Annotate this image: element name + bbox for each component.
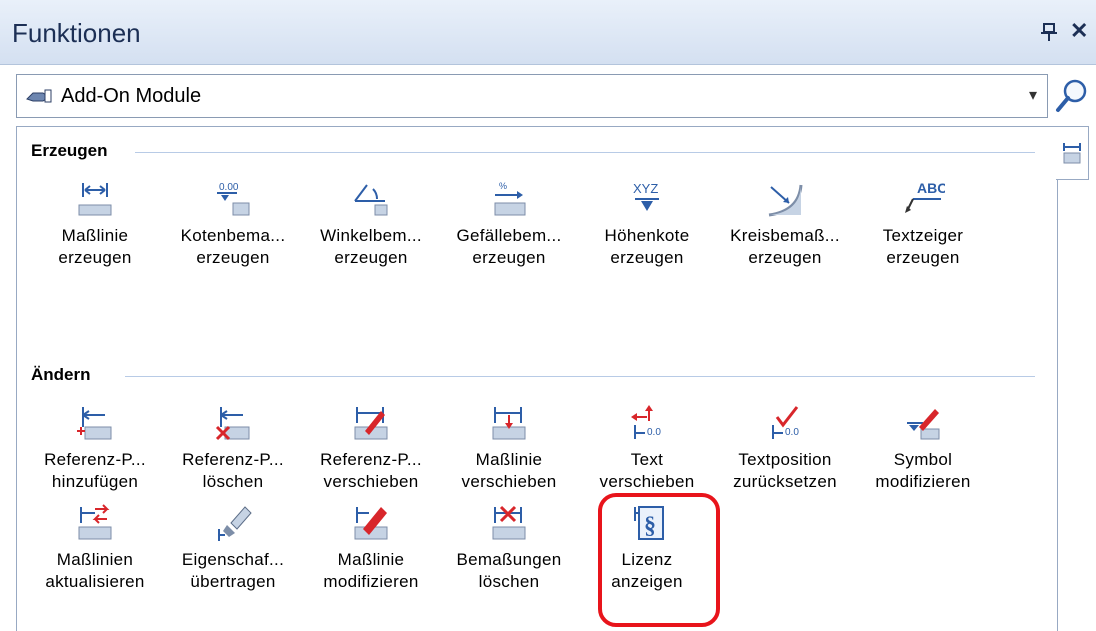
add-reference-point-icon (77, 407, 112, 440)
pin-icon[interactable] (1040, 22, 1058, 42)
functions-panel: Erzeugen Maßlinie erzeugen 0.00 Kotenbem… (16, 126, 1058, 631)
search-icon[interactable] (1054, 78, 1090, 114)
tool-add-reference-point[interactable]: Referenz-P... hinzufügen (27, 403, 163, 493)
tool-reset-text-position[interactable]: 0.0 Textposition zurücksetzen (717, 403, 853, 493)
section-title-aendern: Ändern (31, 365, 91, 384)
tool-label: Text verschieben (599, 450, 695, 491)
tool-move-reference-point[interactable]: Referenz-P... verschieben (303, 403, 439, 493)
angle-dimension-icon (354, 184, 388, 216)
section-title-erzeugen: Erzeugen (31, 141, 108, 160)
tool-label: Textposition zurücksetzen (733, 450, 837, 491)
tool-label: Höhenkote erzeugen (604, 226, 690, 267)
svg-text:0.0: 0.0 (647, 427, 661, 438)
slope-dimension-icon: % (494, 181, 526, 216)
arc-dimension-icon (768, 184, 803, 217)
dropdown-value: Add-On Module (61, 85, 202, 107)
tool-angle-dimension[interactable]: Winkelbem... erzeugen (303, 179, 439, 269)
tool-update-dimension-lines[interactable]: Maßlinien aktualisieren (27, 503, 163, 593)
tool-transfer-properties[interactable]: Eigenschaf... übertragen (165, 503, 301, 593)
svg-text:XYZ: XYZ (633, 181, 658, 196)
update-dimension-lines-icon (78, 504, 112, 540)
add-on-module-icon (26, 89, 52, 103)
section-divider (125, 376, 1035, 377)
modify-dimension-line-icon (354, 507, 388, 540)
transfer-properties-icon (218, 506, 252, 541)
panel-title: Funktionen (12, 18, 141, 48)
tool-label: Maßlinie verschieben (461, 450, 557, 491)
section-divider (135, 152, 1035, 153)
height-marker-icon: XYZ (633, 181, 659, 211)
tool-arc-dimension[interactable]: Kreisbemaß... erzeugen (717, 179, 853, 269)
delete-reference-point-icon (215, 407, 250, 441)
move-reference-point-icon (354, 407, 388, 440)
tool-label: Maßlinien aktualisieren (45, 550, 145, 591)
tool-label: Bemaßungen löschen (456, 550, 562, 591)
tool-text-pointer[interactable]: ABC Textzeiger erzeugen (855, 179, 991, 269)
tool-label: Kotenbema... erzeugen (180, 226, 286, 267)
tool-label: Symbol modifizieren (875, 450, 971, 491)
tool-move-text[interactable]: 0.0 Text verschieben (579, 403, 715, 493)
delete-dimensions-icon (492, 505, 526, 540)
tool-slope-dimension[interactable]: % Gefällebem... erzeugen (441, 179, 577, 269)
tool-label: Textzeiger erzeugen (882, 226, 964, 267)
tool-modify-symbol[interactable]: Symbol modifizieren (855, 403, 991, 493)
tool-label: Winkelbem... erzeugen (320, 226, 422, 267)
move-text-icon: 0.0 (631, 405, 661, 439)
close-icon[interactable]: ✕ (1070, 18, 1088, 44)
dimension-tab-icon (1063, 143, 1081, 164)
tool-delete-dimensions[interactable]: Bemaßungen löschen (441, 503, 577, 593)
tool-label: Referenz-P... hinzufügen (44, 450, 146, 491)
modify-symbol-icon (907, 409, 940, 440)
tool-label: Kreisbemaß... erzeugen (730, 226, 840, 267)
tool-label: Referenz-P... verschieben (320, 450, 422, 491)
elevation-dimension-icon: 0.00 (217, 182, 250, 216)
tool-move-dimension-line[interactable]: Maßlinie verschieben (441, 403, 577, 493)
tool-label: Gefällebem... erzeugen (456, 226, 562, 267)
reset-text-position-icon: 0.0 (772, 406, 799, 439)
tool-delete-reference-point[interactable]: Referenz-P... löschen (165, 403, 301, 493)
tool-dimension-line-create[interactable]: Maßlinie erzeugen (27, 179, 163, 269)
license-highlight-frame (598, 493, 720, 627)
tool-label: Eigenschaf... übertragen (181, 550, 285, 591)
svg-text:%: % (499, 181, 507, 191)
tool-height-marker[interactable]: XYZ Höhenkote erzeugen (579, 179, 715, 269)
tool-modify-dimension-line[interactable]: Maßlinie modifizieren (303, 503, 439, 593)
move-dimension-line-icon (492, 407, 526, 440)
tool-label: Maßlinie modifizieren (323, 550, 419, 591)
chevron-down-icon[interactable]: ▾ (1029, 85, 1037, 105)
svg-text:0.00: 0.00 (219, 182, 239, 193)
tool-label: Referenz-P... löschen (182, 450, 284, 491)
tool-label: Maßlinie erzeugen (58, 226, 132, 267)
svg-text:ABC: ABC (917, 180, 945, 196)
panel-titlebar: Funktionen ✕ (0, 0, 1096, 65)
svg-text:0.0: 0.0 (785, 427, 799, 438)
side-tab-dimensioning[interactable] (1056, 126, 1089, 180)
tool-elevation-dimension[interactable]: 0.00 Kotenbema... erzeugen (165, 179, 301, 269)
dimension-line-icon (78, 183, 112, 216)
module-dropdown[interactable]: Add-On Module ▾ (16, 74, 1048, 118)
text-pointer-icon: ABC (905, 180, 945, 213)
